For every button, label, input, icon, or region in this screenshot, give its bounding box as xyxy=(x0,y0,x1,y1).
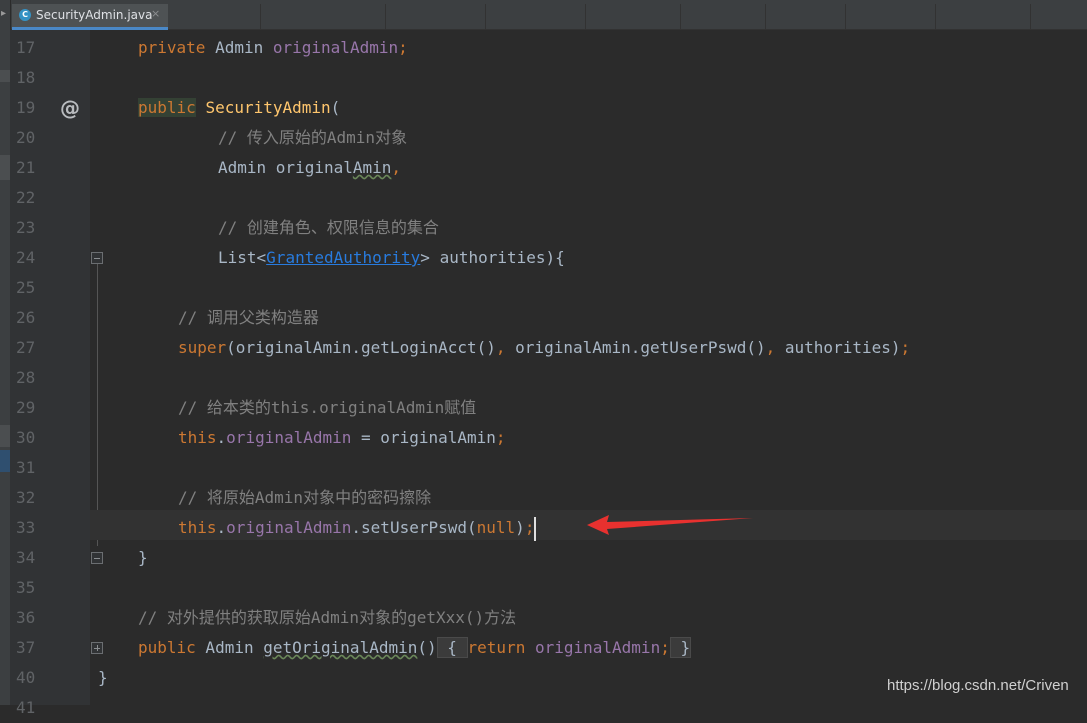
code-line-37: public Admin getOriginalAdmin() { return… xyxy=(138,637,692,658)
tab-divider xyxy=(260,4,261,30)
line-number: 20 xyxy=(16,128,36,147)
tab-divider xyxy=(585,4,586,30)
tab-securityadmin-java[interactable]: C SecurityAdmin.java × xyxy=(12,4,168,30)
tab-divider xyxy=(385,4,386,30)
left-tool-strip: ▸ xyxy=(0,0,11,30)
scroll-marker xyxy=(0,425,10,447)
line-number: 37 xyxy=(16,638,36,657)
code-line-27: super(originalAmin.getLoginAcct(), origi… xyxy=(178,338,911,357)
watermark: https://blog.csdn.net/Criven xyxy=(887,677,1069,694)
line-number-gutter: 17 18 19 20 21 22 23 24 25 26 27 28 29 3… xyxy=(10,30,103,717)
line-number: 24 xyxy=(16,248,36,267)
code-line-21: Admin originalAmin, xyxy=(218,158,402,177)
project-panel-edge xyxy=(0,30,10,705)
code-line-26: // 调用父类构造器 xyxy=(178,308,319,327)
code-line-36: // 对外提供的获取原始Admin对象的getXxx()方法 xyxy=(138,608,517,627)
line-number: 25 xyxy=(16,278,36,297)
override-marker-icon[interactable]: @ xyxy=(60,93,80,123)
code-line-30: this.originalAdmin = originalAmin; xyxy=(178,428,506,447)
tab-divider xyxy=(485,4,486,30)
line-number: 30 xyxy=(16,428,36,447)
line-number: 32 xyxy=(16,488,36,507)
line-number: 21 xyxy=(16,158,36,177)
line-number: 19 xyxy=(16,98,36,117)
scroll-marker xyxy=(0,70,10,82)
code-line-29: // 给本类的this.originalAdmin赋值 xyxy=(178,398,477,417)
close-tab-icon[interactable]: × xyxy=(151,7,160,20)
tab-divider xyxy=(845,4,846,30)
line-number: 27 xyxy=(16,338,36,357)
tab-divider xyxy=(935,4,936,30)
line-number: 33 xyxy=(16,518,36,537)
granted-authority-link[interactable]: GrantedAuthority xyxy=(266,248,420,267)
line-number: 22 xyxy=(16,188,36,207)
code-editor[interactable]: private Admin originalAdmin; public Secu… xyxy=(90,30,1087,705)
line-number: 18 xyxy=(16,68,36,87)
line-number: 36 xyxy=(16,608,36,627)
line-number: 17 xyxy=(16,38,36,57)
code-line-23: // 创建角色、权限信息的集合 xyxy=(218,218,439,237)
line-number: 35 xyxy=(16,578,36,597)
tab-divider xyxy=(1030,4,1031,30)
code-line-40: } xyxy=(98,668,108,687)
collapse-arrow-icon[interactable]: ▸ xyxy=(1,8,6,19)
red-annotation-arrow-icon xyxy=(587,515,753,535)
line-number: 26 xyxy=(16,308,36,327)
line-number: 34 xyxy=(16,548,36,567)
line-number: 29 xyxy=(16,398,36,417)
line-number: 23 xyxy=(16,218,36,237)
java-class-icon: C xyxy=(19,9,31,21)
text-caret xyxy=(534,516,537,541)
line-number: 41 xyxy=(16,698,36,717)
code-line-32: // 将原始Admin对象中的密码擦除 xyxy=(178,488,432,507)
code-line-34: } xyxy=(138,548,148,567)
folded-region[interactable]: { xyxy=(436,637,468,658)
line-number: 40 xyxy=(16,668,36,687)
selected-item-marker xyxy=(0,450,10,472)
scroll-marker xyxy=(0,155,10,180)
folded-region-end[interactable]: } xyxy=(669,637,692,658)
line-number: 28 xyxy=(16,368,36,387)
line-number: 31 xyxy=(16,458,36,477)
tab-label: SecurityAdmin.java xyxy=(36,8,153,22)
editor-tab-bar: ▸ C SecurityAdmin.java × xyxy=(0,0,1087,30)
tab-divider xyxy=(680,4,681,30)
code-line-17: private Admin originalAdmin; xyxy=(138,38,408,57)
code-line-20: // 传入原始的Admin对象 xyxy=(218,128,408,147)
tab-divider xyxy=(765,4,766,30)
code-line-19: public SecurityAdmin( xyxy=(138,98,341,117)
code-line-24: List<GrantedAuthority> authorities){ xyxy=(218,248,565,267)
code-line-33: this.originalAdmin.setUserPswd(null); xyxy=(178,513,537,543)
